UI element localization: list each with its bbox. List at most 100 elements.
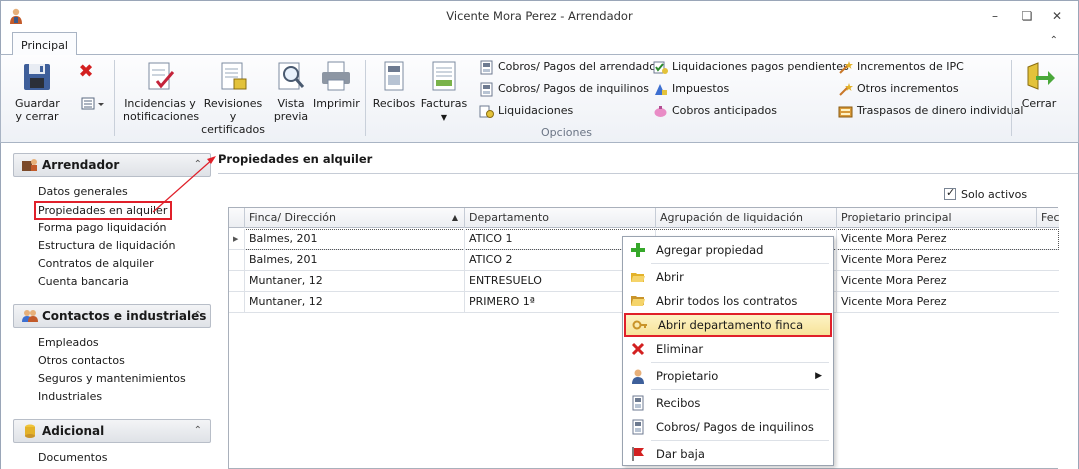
revisiones-label-1: Revisiones y [203, 97, 263, 123]
menu-item-agregar-propiedad[interactable]: Agregar propiedad [624, 238, 832, 262]
row-indicator-header [229, 208, 244, 228]
traspasos-label: Traspasos de dinero individual [857, 104, 1024, 117]
menu-item-abrir[interactable]: Abrir [624, 265, 832, 289]
revisiones-label-2: certificados [201, 123, 265, 136]
window-title: Vicente Mora Perez - Arrendador [446, 9, 633, 23]
chevron-up-icon[interactable]: ⌃ [194, 420, 202, 442]
solo-activos-label: Solo activos [961, 188, 1028, 201]
vista-previa-button[interactable]: Vista previa [271, 59, 311, 123]
menu-item-cobros-pagos-inquilinos[interactable]: Cobros/ Pagos de inquilinos [624, 415, 832, 439]
menu-separator [651, 440, 829, 441]
facturas-dropdown-icon: ▼ [440, 113, 448, 122]
tax-icon [655, 83, 667, 95]
incidencias-button[interactable]: Incidencias y notificaciones [123, 59, 200, 123]
solo-activos-checkbox[interactable]: Solo activos [944, 186, 1028, 201]
facturas-button[interactable]: Facturas ▼ [419, 59, 469, 124]
row-indicator [229, 271, 244, 292]
section-contactos[interactable]: Contactos e industriales ⌃ [13, 304, 211, 328]
nav-seguros[interactable]: Seguros y mantenimientos [38, 372, 186, 385]
revisiones-button[interactable]: Revisiones y certificados [199, 59, 267, 136]
liquidaciones-button[interactable]: Liquidaciones [479, 102, 573, 120]
row-indicator [229, 250, 244, 271]
close-window-icon[interactable]: ✕ [1047, 7, 1067, 25]
menu-separator [651, 389, 829, 390]
ribbon-group-label: Opciones [541, 126, 592, 139]
table-header: Finca/ Dirección ▲ Departamento Agrupació… [229, 208, 1059, 228]
form-dropdown-button[interactable] [77, 97, 109, 114]
vista-label-1: Vista [277, 97, 305, 110]
menu-item-label: Eliminar [656, 342, 704, 356]
cobros-anticipados-button[interactable]: Cobros anticipados [653, 102, 777, 120]
nav-documentos[interactable]: Documentos [38, 451, 107, 464]
invoice-icon [432, 61, 456, 91]
liquidaciones-pendientes-label: Liquidaciones pagos pendientes [672, 60, 849, 73]
close-button[interactable]: Cerrar [1017, 59, 1061, 110]
section-adicional-title: Adicional [42, 424, 105, 438]
nav-otros-contactos[interactable]: Otros contactos [38, 354, 125, 367]
column-header[interactable]: Agrupación de liquidación [655, 208, 836, 228]
nav-estructura-liquidacion[interactable]: Estructura de liquidación [38, 239, 175, 252]
liquidaciones-pendientes-button[interactable]: Liquidaciones pagos pendientes [653, 58, 849, 76]
ribbon-tabs: Principal ⌃ [0, 30, 1079, 55]
section-arrendador-title: Arrendador [42, 158, 120, 172]
liquidaciones-label: Liquidaciones [498, 104, 574, 117]
impuestos-button[interactable]: Impuestos [653, 80, 729, 98]
otros-incrementos-button[interactable]: Otros incrementos [838, 80, 959, 98]
checkbox-checked-icon [944, 186, 956, 200]
nav-empleados[interactable]: Empleados [38, 336, 99, 349]
exit-door-icon [1027, 62, 1055, 90]
incrementos-ipc-button[interactable]: Incrementos de IPC [838, 58, 964, 76]
traspasos-dinero-button[interactable]: Traspasos de dinero individual [838, 102, 1023, 120]
checklist-icon [148, 62, 175, 90]
cash-register-icon [480, 82, 493, 96]
floppy-disk-icon [24, 64, 50, 90]
cell-finca: Balmes, 201 [244, 250, 464, 271]
database-icon [25, 424, 35, 438]
column-header[interactable]: Departamento [464, 208, 655, 228]
divider [218, 173, 1078, 174]
nav-cuenta-bancaria[interactable]: Cuenta bancaria [38, 275, 129, 288]
menu-item-dar-baja[interactable]: Dar baja [624, 442, 832, 466]
column-header[interactable]: Fec [1036, 208, 1059, 228]
otros-incrementos-label: Otros incrementos [857, 82, 959, 95]
nav-datos-generales[interactable]: Datos generales [38, 185, 128, 198]
increment-wand-icon [839, 82, 853, 96]
nav-industriales[interactable]: Industriales [38, 390, 102, 403]
collapse-ribbon-icon[interactable]: ⌃ [1050, 35, 1058, 46]
cobros-anticipados-label: Cobros anticipados [672, 104, 777, 117]
cobros-pagos-arrendador-button[interactable]: Cobros/ Pagos del arrendador [479, 58, 661, 76]
column-header[interactable]: Propietario principal [836, 208, 1036, 228]
impuestos-label: Impuestos [672, 82, 730, 95]
chevron-up-icon[interactable]: ⌃ [194, 305, 202, 327]
menu-item-abrir-todos-contratos[interactable]: Abrir todos los contratos [624, 289, 832, 313]
restore-icon[interactable]: ❏ [1017, 7, 1037, 25]
increment-wand-icon [839, 60, 853, 74]
page-title: Propiedades en alquiler [218, 152, 373, 166]
imprimir-button[interactable]: Imprimir [313, 59, 360, 110]
tab-principal[interactable]: Principal [12, 32, 77, 55]
nav-contratos-alquiler[interactable]: Contratos de alquiler [38, 257, 154, 270]
piggy-bank-icon [654, 105, 667, 117]
receipt-icon [632, 395, 644, 411]
column-header-label: Finca/ Dirección [249, 211, 336, 224]
menu-item-eliminar[interactable]: Eliminar [624, 337, 832, 361]
menu-item-recibos[interactable]: Recibos [624, 391, 832, 415]
nav-forma-pago[interactable]: Forma pago liquidación [38, 221, 167, 234]
section-adicional[interactable]: Adicional ⌃ [13, 419, 211, 443]
incidencias-label-2: notificaciones [123, 110, 200, 123]
landlord-icon [22, 159, 37, 171]
row-indicator [229, 292, 244, 313]
menu-item-label: Abrir departamento finca [658, 318, 804, 332]
delete-x-icon[interactable]: ✖ [75, 63, 97, 81]
save-close-button[interactable]: Guardar y cerrar [15, 61, 60, 123]
menu-item-propietario[interactable]: Propietario ▶ [624, 364, 832, 388]
open-folder-icon [631, 273, 645, 282]
menu-item-abrir-departamento-finca[interactable]: Abrir departamento finca [624, 313, 832, 337]
recibos-button[interactable]: Recibos [371, 59, 417, 110]
column-header[interactable]: Finca/ Dirección ▲ [244, 208, 464, 228]
money-transfer-icon [838, 106, 853, 117]
save-label-2: y cerrar [15, 110, 59, 123]
minimize-icon[interactable]: – [985, 7, 1005, 25]
cobros-pagos-inquilinos-button[interactable]: Cobros/ Pagos de inquilinos [479, 80, 649, 98]
menu-item-label: Abrir [656, 270, 684, 284]
